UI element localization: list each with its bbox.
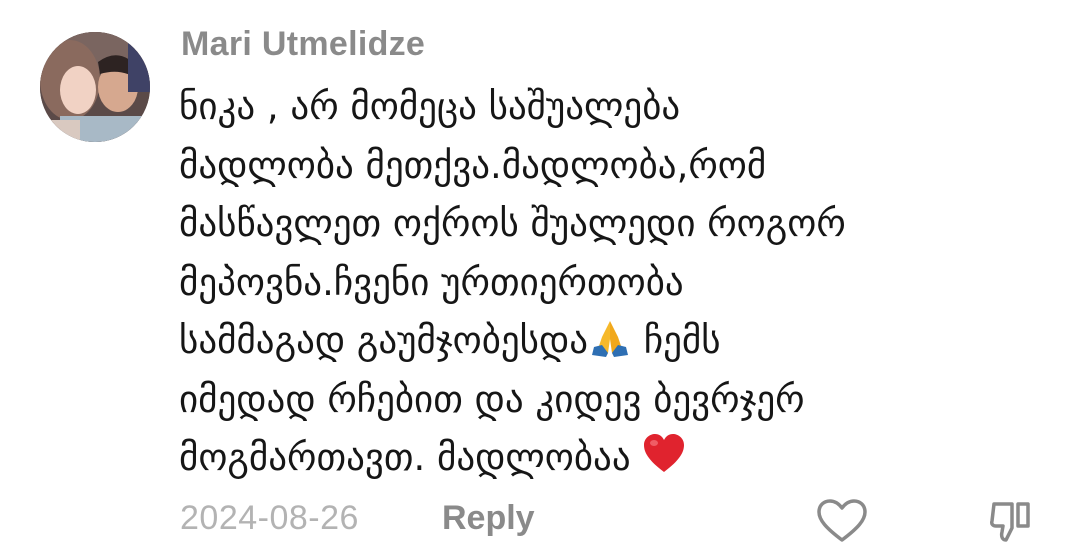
comment-segment: სამმაგად გაუმჯობესდა — [179, 319, 589, 362]
dislike-button[interactable] — [988, 496, 1044, 544]
avatar[interactable] — [40, 32, 150, 142]
avatar-photo — [40, 32, 150, 142]
comment-line: იმედად რჩებით და კიდევ ბევრჯერ — [179, 377, 805, 421]
comment-text: ნიკა , არ მომეცა საშუალება მადლობა მეთქვ… — [179, 78, 1059, 488]
comment-line: ნიკა , არ მომეცა საშუალება — [179, 85, 681, 128]
reply-button[interactable]: Reply — [442, 496, 535, 540]
author-name[interactable]: Mari Utmelidze — [181, 22, 425, 66]
comment-segment: მოგმართავთ. მადლობაა — [179, 436, 631, 479]
thumbs-down-icon — [990, 502, 1030, 542]
red-heart-emoji — [644, 434, 685, 472]
comment-line-with-emoji: სამმაგად გაუმჯობესდა ჩემს — [179, 312, 1059, 371]
heart-outline-icon — [817, 499, 867, 542]
comment-line-with-emoji: მოგმართავთ. მადლობაა — [179, 429, 1059, 488]
comment-segment: ჩემს — [643, 319, 721, 362]
like-button[interactable] — [814, 496, 870, 544]
comment-line: მეპოვნა.ჩვენი ურთიერთობა — [179, 260, 684, 304]
comment-line: მადლობა მეთქვა.მადლობა,რომ — [179, 143, 767, 187]
comment-item: Mari Utmelidze ნიკა , არ მომეცა საშუალებ… — [0, 0, 1080, 542]
folded-hands-emoji — [592, 321, 629, 357]
comment-line: მასწავლეთ ოქროს შუალედი როგორ — [179, 202, 846, 245]
comment-date: 2024-08-26 — [180, 499, 359, 537]
comment-footer: 2024-08-26 Reply — [180, 496, 535, 540]
